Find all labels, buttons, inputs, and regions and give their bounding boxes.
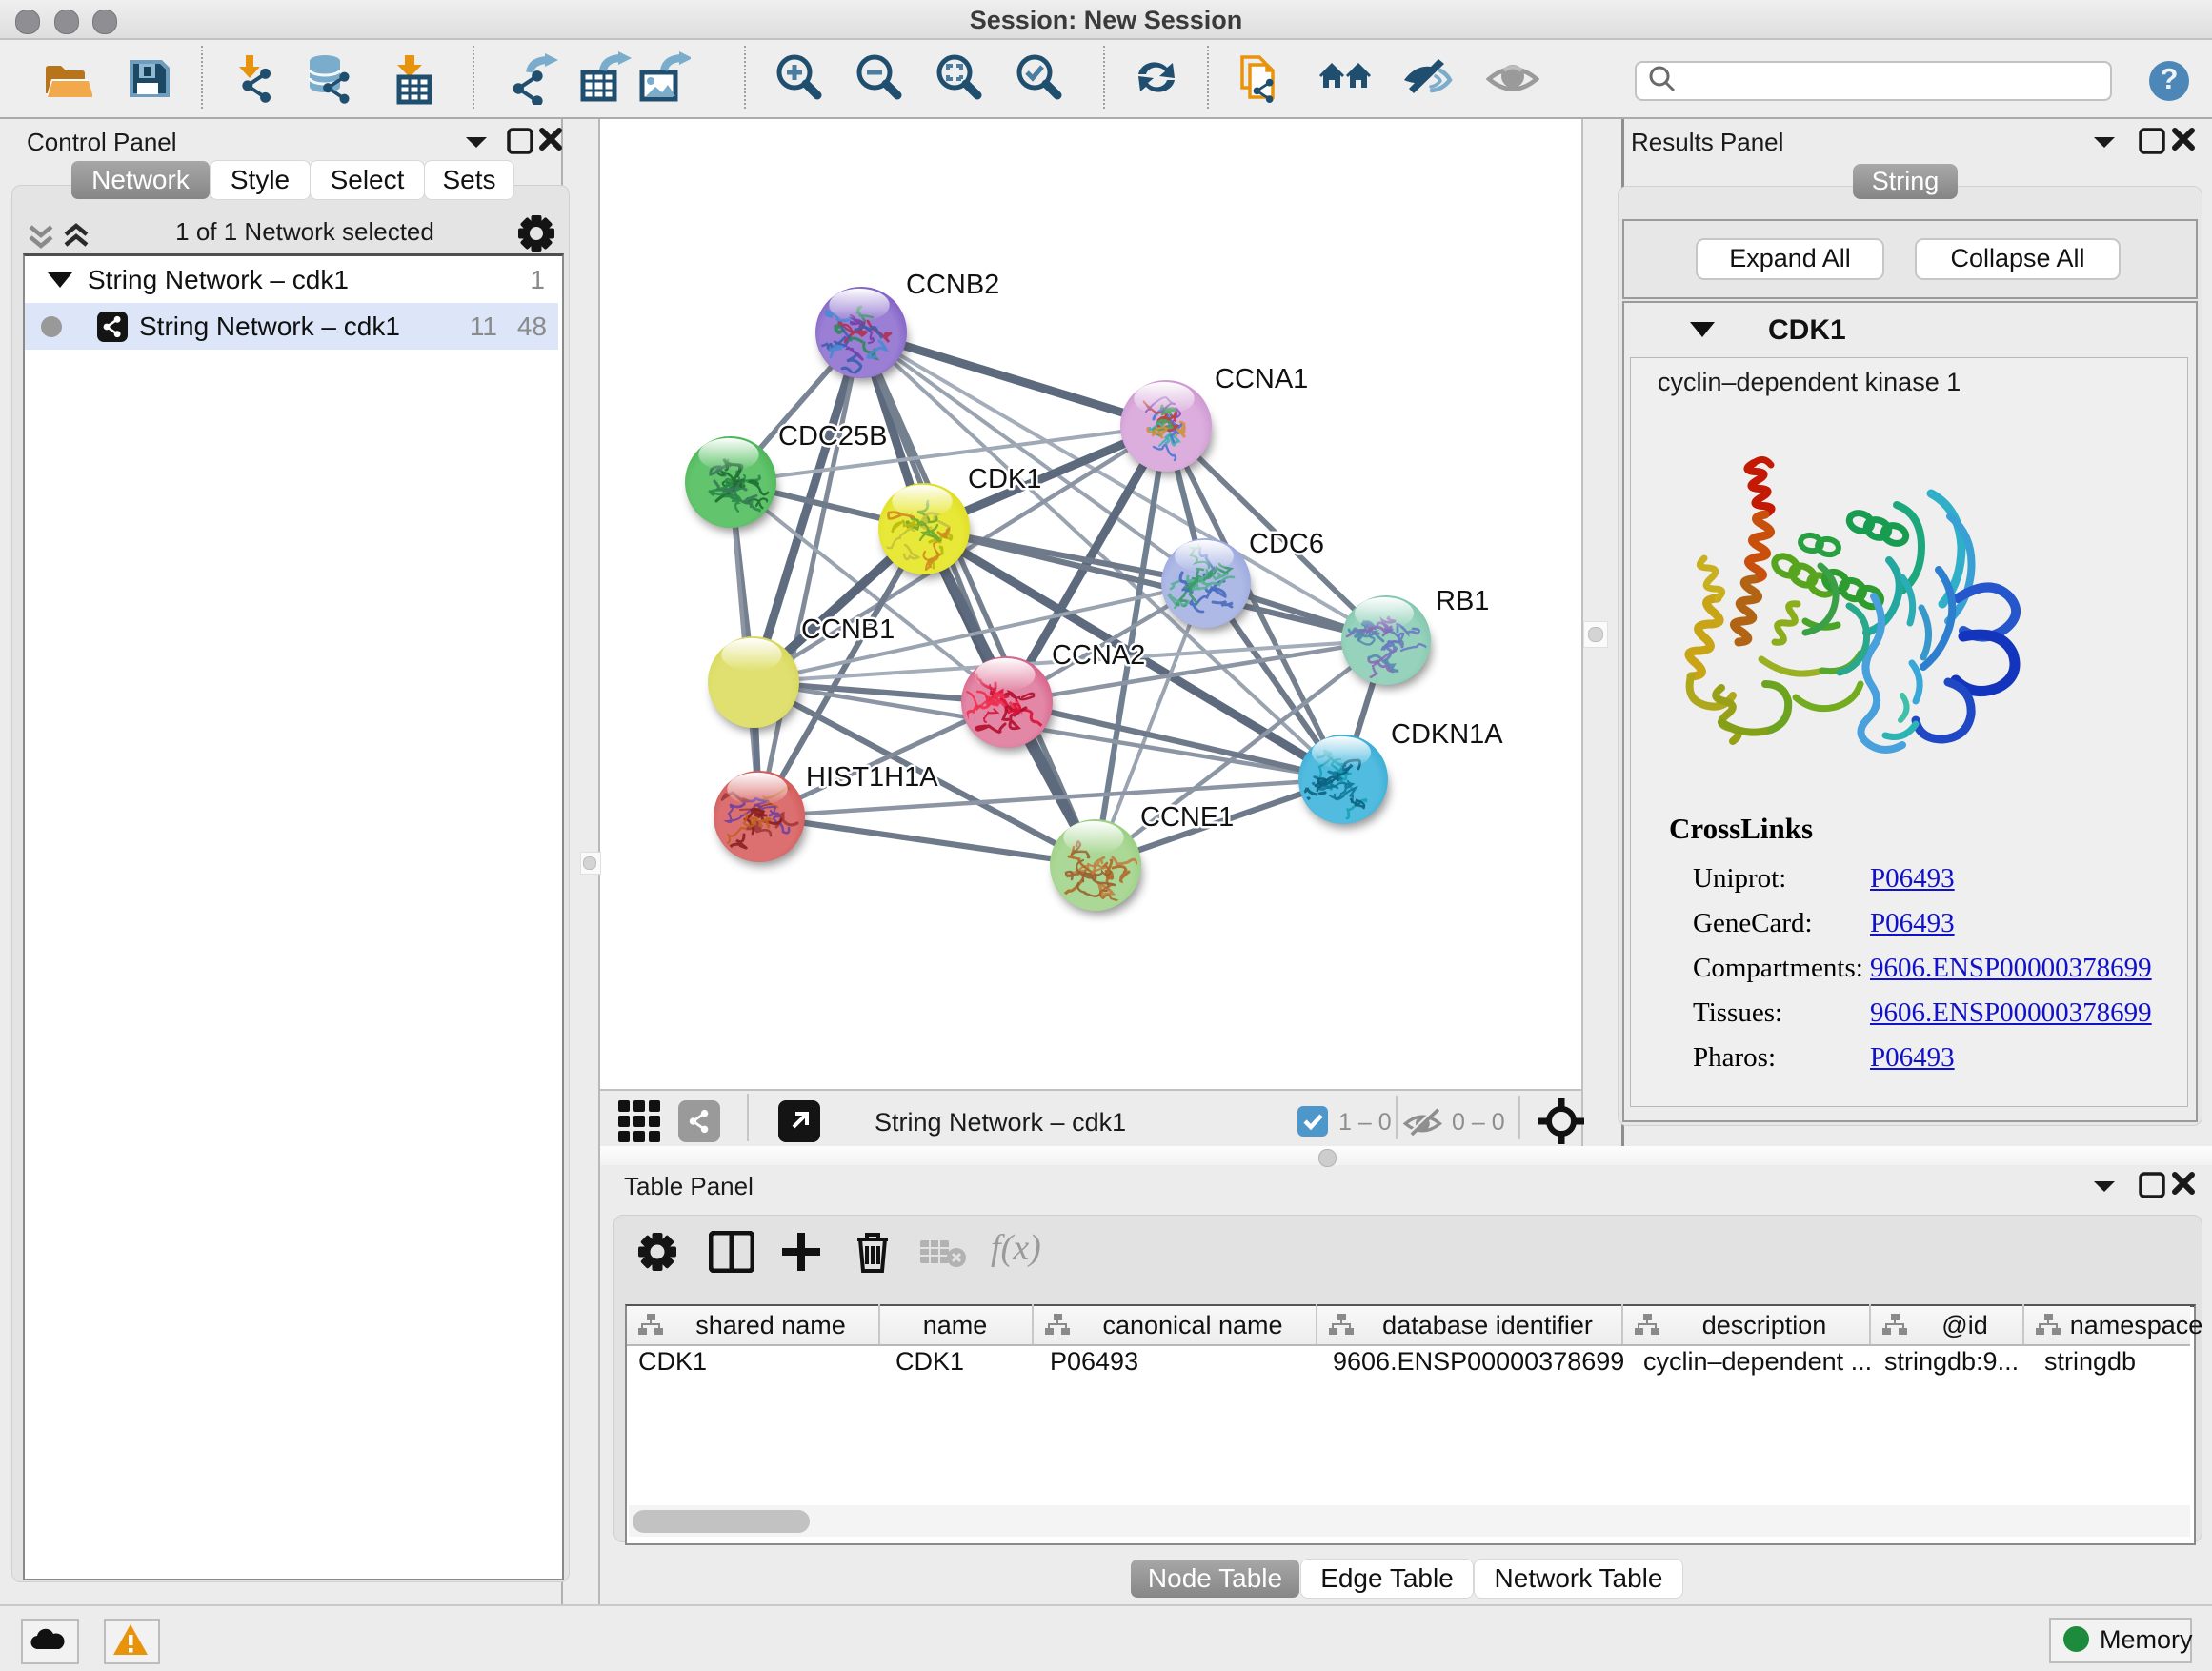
svg-text:CDKN1A: CDKN1A	[1391, 719, 1503, 750]
svg-text:RB1: RB1	[1436, 586, 1489, 616]
svg-text:CCNA1: CCNA1	[1215, 364, 1308, 394]
svg-text:CDC25B: CDC25B	[778, 421, 887, 452]
svg-text:CCNE1: CCNE1	[1140, 802, 1234, 833]
svg-text:CCNB1: CCNB1	[801, 614, 895, 645]
svg-text:CCNB2: CCNB2	[906, 270, 999, 300]
svg-text:CDK1: CDK1	[968, 464, 1041, 494]
svg-text:CCNA2: CCNA2	[1052, 640, 1145, 671]
svg-text:CDC6: CDC6	[1249, 529, 1324, 559]
svg-text:HIST1H1A: HIST1H1A	[806, 762, 938, 793]
